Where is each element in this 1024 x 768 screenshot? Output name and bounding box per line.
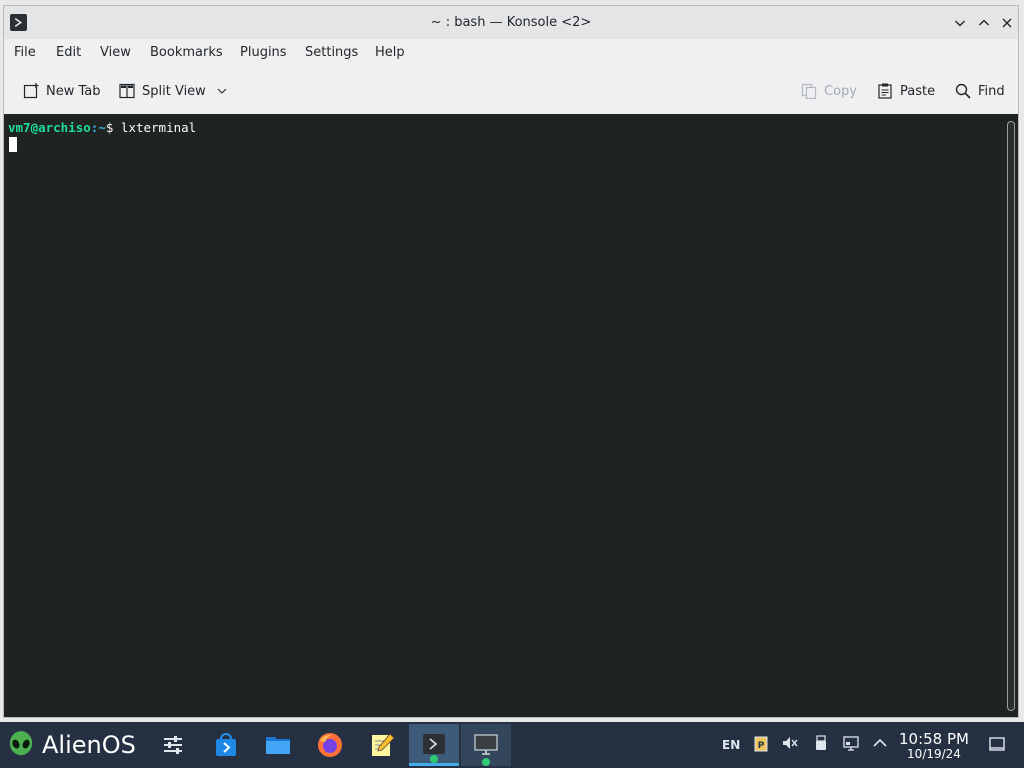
new-tab-icon (23, 83, 39, 99)
usb-device-icon[interactable] (812, 734, 830, 755)
chevron-up-icon[interactable] (871, 734, 889, 755)
file-manager-icon (266, 737, 290, 754)
task-settings[interactable] (148, 724, 198, 766)
menu-file[interactable]: File (14, 45, 36, 60)
prompt-symbol: $ (105, 120, 114, 135)
clock-date: 10/19/24 (907, 747, 961, 761)
chevron-down-icon (955, 20, 965, 27)
find-button[interactable]: Find (954, 79, 1005, 103)
alien-icon (9, 731, 33, 756)
split-view-icon (119, 83, 135, 99)
paste-icon (878, 83, 892, 99)
task-software-store[interactable] (201, 724, 251, 766)
clock[interactable]: 10:58 PM 10/19/24 (898, 731, 970, 761)
text-cursor (9, 137, 17, 152)
firefox-icon (318, 733, 342, 757)
taskbar: AlienOS EN P 10:58 PM 10/19/24 (0, 722, 1024, 768)
task-konsole[interactable] (409, 724, 459, 766)
menu-plugins[interactable]: Plugins (240, 45, 287, 60)
monitor-icon (474, 734, 498, 755)
copy-icon (801, 83, 817, 100)
terminal-view[interactable]: vm7@archiso:~$ lxterminal (4, 114, 1018, 717)
scrollbar[interactable] (1007, 121, 1015, 711)
terminal-line: vm7@archiso:~$ lxterminal (8, 120, 196, 135)
split-view-label: Split View (142, 83, 206, 99)
konsole-window: ~ : bash — Konsole <2> File Edit View Bo… (3, 5, 1019, 718)
window-title: ~ : bash — Konsole <2> (430, 15, 592, 30)
start-menu-button[interactable]: AlienOS (8, 730, 136, 760)
copy-button[interactable]: Copy (800, 79, 857, 103)
title-bar[interactable]: ~ : bash — Konsole <2> (4, 6, 1018, 39)
volume-muted-icon[interactable] (781, 734, 799, 755)
software-store-icon (216, 733, 236, 756)
menu-help[interactable]: Help (375, 45, 405, 60)
clock-time: 10:58 PM (899, 730, 969, 748)
menu-settings[interactable]: Settings (305, 45, 358, 60)
paste-label: Paste (900, 83, 936, 99)
keyboard-layout[interactable]: EN (722, 738, 740, 752)
close-button[interactable] (997, 13, 1017, 33)
paste-button[interactable]: Paste (876, 79, 935, 103)
task-file-manager[interactable] (253, 724, 303, 766)
task-firefox[interactable] (305, 724, 355, 766)
chevron-down-icon[interactable] (216, 85, 228, 97)
search-icon (955, 83, 971, 99)
menu-edit[interactable]: Edit (56, 45, 81, 60)
menu-view[interactable]: View (100, 45, 131, 60)
new-tab-label: New Tab (46, 83, 101, 99)
menu-bookmarks[interactable]: Bookmarks (150, 45, 223, 60)
menu-bar: File Edit View Bookmarks Plugins Setting… (4, 39, 1018, 67)
running-indicator (430, 755, 438, 763)
minimize-button[interactable] (950, 13, 970, 33)
new-tab-button[interactable]: New Tab (22, 79, 101, 103)
close-icon (1002, 18, 1012, 28)
running-indicator (482, 758, 490, 766)
desktop-icon (989, 737, 1005, 751)
show-desktop-button[interactable] (988, 735, 1006, 756)
svg-text:P: P (758, 741, 765, 751)
konsole-icon (423, 733, 445, 754)
copy-label: Copy (824, 83, 857, 99)
start-label: AlienOS (42, 731, 136, 759)
command-text: lxterminal (120, 120, 197, 135)
maximize-button[interactable] (974, 13, 994, 33)
task-monitor[interactable] (461, 724, 511, 766)
text-editor-icon (372, 733, 395, 756)
chevron-up-icon (979, 19, 989, 26)
clipboard-tray-icon[interactable]: P (752, 734, 770, 755)
network-icon[interactable] (842, 734, 860, 755)
split-view-button[interactable]: Split View (118, 79, 228, 103)
toolbar: New Tab Split View Copy Paste Find (4, 69, 1018, 113)
prompt-path: :~ (90, 120, 106, 135)
find-label: Find (978, 83, 1005, 99)
prompt-user: vm7@archiso (8, 120, 91, 135)
settings-sliders-icon (164, 736, 182, 754)
task-text-editor[interactable] (357, 724, 407, 766)
